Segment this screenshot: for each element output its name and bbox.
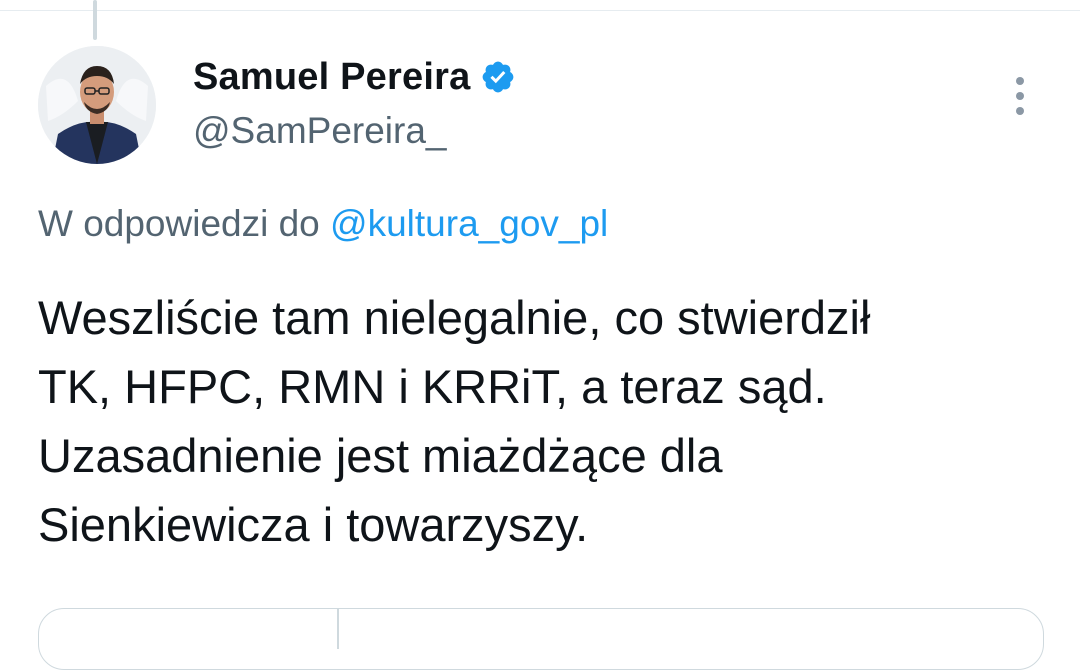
more-options-vertical-icon — [1016, 77, 1024, 115]
author-display-name[interactable]: Samuel Pereira — [193, 56, 470, 99]
verified-badge-icon — [483, 61, 514, 93]
avatar-image — [38, 46, 156, 164]
author-handle[interactable]: @SamPereira_ — [193, 110, 447, 152]
reply-prefix: W odpowiedzi do — [38, 203, 320, 244]
user-avatar[interactable] — [38, 46, 156, 164]
tweet-text: Weszliście tam nielegalnie, co stwierdzi… — [38, 283, 1068, 559]
tweet-text-line: Uzasadnienie jest miażdżące dla — [38, 429, 723, 482]
author-name-row[interactable]: Samuel Pereira — [193, 52, 516, 102]
thread-connector-line — [93, 0, 97, 40]
more-options-button[interactable] — [1006, 72, 1034, 120]
tweet-text-line: Weszliście tam nielegalnie, co stwierdzi… — [38, 291, 871, 344]
tweet-text-line: TK, HFPC, RMN i KRRiT, a teraz sąd. — [38, 360, 827, 413]
reply-mention-link[interactable]: @kultura_gov_pl — [330, 203, 608, 244]
reply-context: W odpowiedzi do @kultura_gov_pl — [38, 203, 608, 245]
card-divider — [337, 609, 339, 649]
embedded-card[interactable] — [38, 608, 1044, 670]
tweet-text-line: Sienkiewicza i towarzyszy. — [38, 498, 589, 551]
top-divider — [0, 10, 1080, 11]
